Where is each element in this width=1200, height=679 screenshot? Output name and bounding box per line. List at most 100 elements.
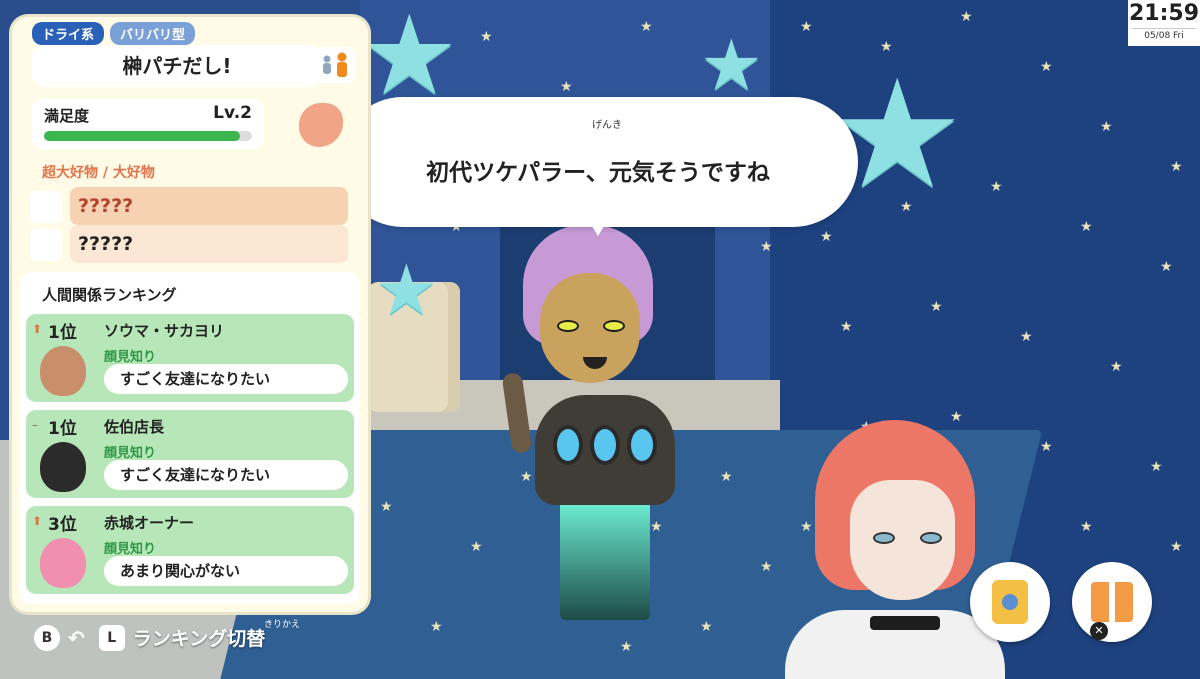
star-icon: ★ xyxy=(820,229,833,245)
ranking-entry[interactable]: – 1位 佐伯店長 顔見知り すごく友達になりたい xyxy=(26,410,354,498)
star-icon: ★ xyxy=(480,29,493,45)
ranking-toggle-label[interactable]: ランキング切替 xyxy=(133,624,265,651)
star-icon: ★ xyxy=(930,299,943,315)
star-icon: ★ xyxy=(840,319,853,335)
star-icon: ★ xyxy=(380,499,393,515)
subtype-tag: バリバリ型 xyxy=(110,22,196,45)
rank-up-arrow-icon: ⬆ xyxy=(32,322,43,336)
star-icon: ★ xyxy=(800,19,813,35)
rank-feeling: すごく友達になりたい xyxy=(104,460,348,490)
back-arrow-icon: ↶ xyxy=(68,625,85,650)
clock-time: 21:59 xyxy=(1128,1,1200,26)
star-icon: ★ xyxy=(1100,119,1113,135)
mii-legs xyxy=(560,500,650,620)
clipboard-button[interactable] xyxy=(970,562,1050,642)
mii-eye xyxy=(603,320,625,332)
star-icon: ★ xyxy=(560,79,573,95)
b-button[interactable]: B xyxy=(34,624,60,651)
avatar-eye xyxy=(920,532,942,544)
rank-relation: 顔見知り xyxy=(104,542,157,557)
person-face-icon xyxy=(40,442,86,492)
star-icon: ★ xyxy=(1170,159,1183,175)
satisfaction-bar xyxy=(44,131,252,141)
favorite-text: ????? xyxy=(70,187,348,225)
star-icon: ★ xyxy=(470,539,483,555)
controller-hints: B ↶ L ランキング切替 xyxy=(34,624,265,651)
mii-name: 榊パチだし! xyxy=(32,45,322,87)
mii-bulb xyxy=(627,425,657,465)
star-icon: ★ xyxy=(760,559,773,575)
star-icon: ★ xyxy=(720,469,733,485)
mii-character[interactable] xyxy=(501,225,685,625)
favorites-heading: 超大好物 / 大好物 xyxy=(42,165,155,181)
clock: 21:59 05/08 Fri xyxy=(1128,0,1200,46)
stomach-icon xyxy=(299,103,343,147)
streamer-avatar xyxy=(785,420,1005,679)
star-cushion-icon: ★ xyxy=(700,24,763,106)
satisfaction-bar-fill xyxy=(44,131,240,141)
l-button[interactable]: L xyxy=(98,624,125,651)
close-icon[interactable]: ✕ xyxy=(1090,622,1108,640)
rank-position: 1位 xyxy=(48,419,77,439)
star-icon: ★ xyxy=(1160,259,1173,275)
ranking-heading: 人間関係ランキング xyxy=(42,286,177,304)
favorite-item: ????? xyxy=(30,225,350,263)
personality-tags: ドライ系 バリバリ型 xyxy=(32,22,196,45)
rank-relation: 顔見知り xyxy=(104,446,157,461)
ranking-entry[interactable]: ⬆ 3位 赤城オーナー 顔見知り あまり関心がない xyxy=(26,506,354,594)
personality-tag: ドライ系 xyxy=(32,22,105,45)
star-icon: ★ xyxy=(1040,439,1053,455)
star-icon: ★ xyxy=(1170,539,1183,555)
star-icon: ★ xyxy=(700,619,713,635)
star-icon: ★ xyxy=(1080,219,1093,235)
avatar-choker xyxy=(870,616,940,630)
star-icon: ★ xyxy=(1080,519,1093,535)
mii-eye xyxy=(557,320,579,332)
clipboard-icon xyxy=(992,580,1028,624)
favorite-text: ????? xyxy=(70,225,348,263)
favorite-checkbox xyxy=(30,229,62,261)
rank-up-arrow-icon: ⬆ xyxy=(32,514,43,528)
rank-position: 3位 xyxy=(48,515,77,535)
star-icon: ★ xyxy=(1110,359,1123,375)
star-cushion-icon: ★ xyxy=(360,0,459,119)
favorite-item: ????? xyxy=(30,187,350,225)
favorite-checkbox xyxy=(30,191,62,223)
clipboard-face-icon xyxy=(1002,594,1018,610)
satisfaction-level: Lv.2 xyxy=(213,103,252,123)
star-icon: ★ xyxy=(640,19,653,35)
star-cushion-icon: ★ xyxy=(375,249,438,331)
person-face-icon xyxy=(40,346,86,396)
rank-feeling: あまり関心がない xyxy=(104,556,348,586)
star-icon: ★ xyxy=(960,9,973,25)
star-icon: ★ xyxy=(760,239,773,255)
rank-person-name: 佐伯店長 xyxy=(104,418,165,436)
ranking-entry[interactable]: ⬆ 1位 ソウマ・サカヨリ 顔見知り すごく友達になりたい xyxy=(26,314,354,402)
gift-button[interactable] xyxy=(1072,562,1152,642)
gift-icon xyxy=(1091,582,1133,622)
satisfaction-label: 満足度 xyxy=(44,107,90,125)
rank-feeling: すごく友達になりたい xyxy=(104,364,348,394)
male-icon xyxy=(337,52,347,77)
relationship-ranking: 人間関係ランキング ⬆ 1位 ソウマ・サカヨリ 顔見知り すごく友達になりたい … xyxy=(20,272,360,604)
ranking-toggle-ruby: きりかえ xyxy=(264,620,301,630)
rank-person-name: ソウマ・サカヨリ xyxy=(104,322,225,340)
star-icon: ★ xyxy=(1150,459,1163,475)
female-icon xyxy=(323,55,331,74)
star-icon: ★ xyxy=(430,619,443,635)
star-icon: ★ xyxy=(620,639,633,655)
speech-text: 初代ツケパラー、元気そうですね xyxy=(426,160,770,186)
star-icon: ★ xyxy=(990,179,1003,195)
mii-info-panel: ドライ系 バリバリ型 榊パチだし! 満足度 Lv.2 超大好物 / 大好物 ??… xyxy=(12,17,368,612)
star-icon: ★ xyxy=(1020,329,1033,345)
gender-icons xyxy=(315,47,355,83)
speech-ruby: げんき xyxy=(592,120,622,131)
mii-bulb xyxy=(553,425,583,465)
rank-same-icon: – xyxy=(32,418,38,432)
avatar-eye xyxy=(873,532,895,544)
star-icon: ★ xyxy=(1040,59,1053,75)
mii-arm xyxy=(501,371,533,455)
rank-relation: 顔見知り xyxy=(104,350,157,365)
mii-bulb xyxy=(590,425,620,465)
satisfaction-box: 満足度 Lv.2 xyxy=(32,99,264,149)
